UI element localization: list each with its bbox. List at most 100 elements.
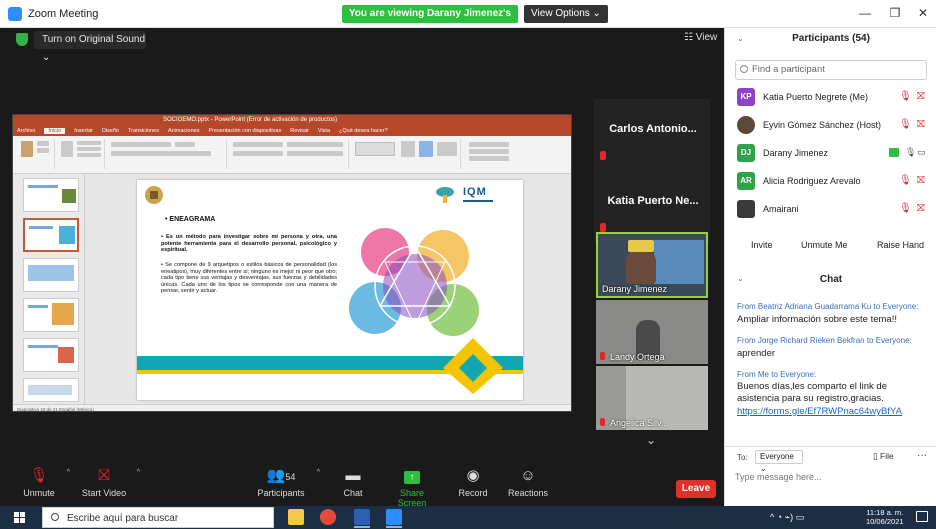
chat-recipient-select[interactable]: Everyone ⌄ — [755, 450, 803, 473]
chevron-up-icon[interactable]: ^ — [67, 469, 70, 476]
layout-icon[interactable] — [77, 141, 101, 145]
participants-button[interactable]: 👥54 Participants ^ — [254, 467, 320, 498]
chevron-up-icon[interactable]: ^ — [317, 469, 320, 476]
ppt-tab[interactable]: Archivo — [17, 128, 35, 134]
shapes-gallery-icon[interactable] — [355, 142, 395, 156]
maximize-icon[interactable]: ❐ — [888, 6, 902, 20]
chat-file-button[interactable]: ▯ File — [873, 451, 894, 462]
record-icon: ◉ — [466, 467, 480, 484]
participant-tile-name: Landy Ortega — [610, 352, 665, 362]
shape-fill-icon[interactable] — [437, 142, 457, 156]
arrange-icon[interactable] — [401, 141, 415, 157]
avatar — [737, 200, 755, 218]
chat-message-text: Buenos días,les comparto el link de asis… — [737, 381, 887, 404]
align-icon[interactable] — [233, 151, 283, 156]
share-screen-label: Share Screen — [397, 488, 427, 508]
replace-icon[interactable] — [469, 149, 509, 154]
smartart-icon[interactable] — [287, 151, 343, 156]
mic-muted-icon: 🎙 — [899, 119, 912, 130]
raise-hand-button[interactable]: Raise Hand — [877, 240, 924, 250]
start-video-button[interactable]: ⛝ Start Video ^ — [80, 467, 140, 498]
slide-thumbnail[interactable] — [23, 338, 79, 372]
minimize-icon[interactable]: — — [858, 6, 872, 20]
avatar: DJ — [737, 144, 755, 162]
participant-video-tile-active[interactable]: Darany Jimenez — [596, 232, 708, 298]
slide-paragraph: • Es un método para investigar sobre mi … — [161, 234, 337, 254]
ppt-tab[interactable]: Presentación con diapositivas — [208, 128, 281, 134]
share-screen-button[interactable]: ↑ Share Screen — [386, 467, 438, 508]
close-icon[interactable]: ✕ — [916, 6, 930, 20]
participants-count: 54 — [285, 472, 296, 482]
text-direction-icon[interactable] — [287, 142, 343, 147]
more-options-icon[interactable]: ··· — [917, 450, 927, 461]
participant-tile[interactable]: Carlos Antonio... — [594, 99, 710, 171]
slide-thumbnail[interactable] — [23, 298, 79, 332]
tree-logo-icon — [436, 187, 454, 203]
ppt-tab[interactable]: Revisar — [290, 128, 309, 134]
security-shield-icon[interactable] — [16, 33, 28, 46]
participant-row[interactable]: KP Katia Puerto Negrete (Me) 🎙 ⛝ — [735, 86, 931, 110]
ppt-tab[interactable]: Animaciones — [168, 128, 200, 134]
participant-video-tile[interactable]: Landy Ortega — [596, 300, 708, 364]
start-video-label: Start Video — [81, 488, 127, 498]
view-layout-button[interactable]: ☷ View — [684, 32, 717, 43]
ppt-tab[interactable]: Transiciones — [128, 128, 159, 134]
reset-icon[interactable] — [77, 147, 101, 151]
cut-icon[interactable] — [37, 141, 49, 146]
slide-thumbnail-active[interactable] — [23, 218, 79, 252]
participant-row[interactable]: DJ Darany Jimenez 🎙 ▭ — [735, 142, 931, 166]
find-participant-input[interactable]: Find a participant — [735, 60, 927, 80]
taskbar-search-box[interactable]: Escribe aquí para buscar — [42, 507, 274, 528]
taskbar-clock[interactable]: 11:18 a. m. 10/06/2021 — [866, 508, 904, 526]
windows-start-icon[interactable] — [14, 512, 25, 523]
quick-styles-icon[interactable] — [419, 141, 433, 157]
notifications-icon[interactable] — [916, 511, 928, 522]
system-tray[interactable]: ^ ◔ ⌁) ▭ — [770, 512, 804, 523]
participant-row[interactable]: Amairani 🎙 ⛝ — [735, 198, 931, 222]
chat-button[interactable]: ▬ Chat — [338, 467, 368, 498]
participant-video-tile[interactable]: Angelica Silv... — [596, 366, 708, 430]
zoom-taskbar-icon[interactable] — [386, 509, 402, 528]
find-icon[interactable] — [469, 142, 509, 147]
record-button[interactable]: ◉ Record — [456, 467, 490, 498]
font-size-icon[interactable] — [175, 142, 195, 147]
view-options-button[interactable]: View Options ⌄ — [524, 5, 608, 23]
windows-taskbar: Escribe aquí para buscar ^ ◔ ⌁) ▭ 11:18 … — [0, 506, 936, 529]
current-slide[interactable]: IQM • ENEAGRAMA • Es un método para inve… — [137, 180, 523, 400]
reactions-button[interactable]: ☺ Reactions — [508, 467, 548, 498]
participant-row[interactable]: AR Alicia Rodriguez Arevalo 🎙 ⛝ — [735, 170, 931, 194]
chat-label: Chat — [343, 488, 363, 498]
slide-thumbnail[interactable] — [23, 258, 79, 292]
copy-icon[interactable] — [37, 148, 49, 153]
ppt-tab[interactable]: Insertar — [74, 128, 93, 134]
bullets-icon[interactable] — [233, 142, 283, 147]
font-select-icon[interactable] — [111, 142, 171, 147]
word-icon[interactable] — [354, 509, 370, 528]
avatar: KP — [737, 88, 755, 106]
reactions-label: Reactions — [508, 488, 549, 498]
chevron-up-icon[interactable]: ^ — [137, 469, 140, 476]
section-icon[interactable] — [77, 153, 101, 157]
new-slide-icon[interactable] — [61, 141, 73, 157]
leave-button[interactable]: Leave — [676, 480, 716, 498]
font-format-icon[interactable] — [111, 151, 211, 156]
chat-message-input[interactable] — [735, 469, 927, 485]
file-explorer-icon[interactable] — [288, 509, 304, 525]
chat-message-link[interactable]: https://forms.gle/Ef7RWPnac64wyBfYA — [737, 406, 927, 418]
unmute-me-button[interactable]: Unmute Me — [801, 240, 848, 250]
ppt-tab[interactable]: ¿Qué desea hacer? — [339, 128, 388, 134]
ppt-tab[interactable]: Vista — [318, 128, 330, 134]
participant-row[interactable]: Eyvin Gómez Sánchez (Host) 🎙 ⛝ — [735, 114, 931, 138]
invite-button[interactable]: Invite — [751, 240, 773, 250]
original-sound-button[interactable]: Turn on Original Sound ⌄ — [34, 31, 146, 63]
select-icon[interactable] — [469, 156, 509, 161]
chrome-icon[interactable] — [320, 509, 336, 525]
shared-screen[interactable]: SOCIOEMO.pptx - PowerPoint (Error de act… — [12, 114, 572, 412]
chevron-down-icon[interactable]: ⌄ — [641, 433, 661, 447]
paste-icon[interactable] — [21, 141, 33, 157]
slide-thumbnail[interactable] — [23, 178, 79, 212]
ppt-tab[interactable]: Diseño — [102, 128, 119, 134]
slide-thumbnail[interactable] — [23, 378, 79, 402]
unmute-button[interactable]: 🎙 Unmute ^ — [20, 467, 70, 498]
ppt-tab-active[interactable]: Inicio — [44, 128, 66, 134]
